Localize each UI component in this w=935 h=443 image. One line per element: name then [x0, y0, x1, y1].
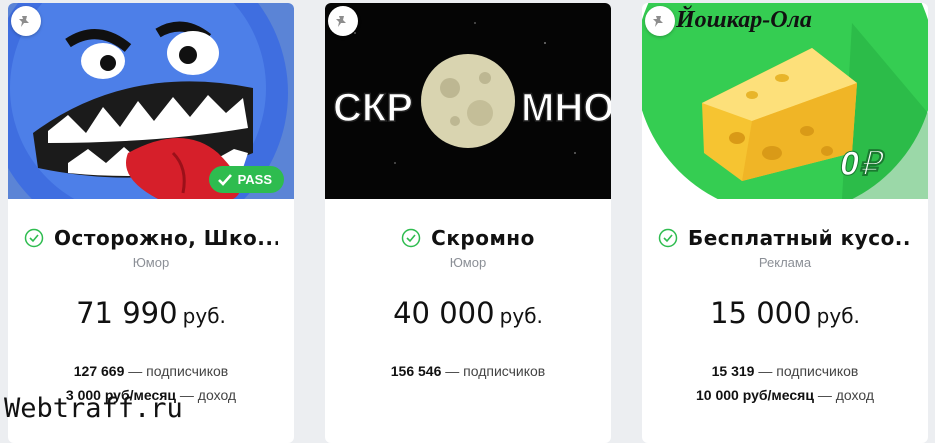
channel-title[interactable]: Осторожно, Шко...: [54, 226, 278, 250]
price-value: 15 000: [710, 296, 812, 330]
price-currency: руб.: [499, 304, 543, 328]
subscribers-label: — подписчиков: [128, 363, 229, 379]
income-value: 10 000 руб/месяц: [696, 387, 814, 403]
channel-title[interactable]: Бесплатный кусо...: [688, 226, 912, 250]
subscribers-value: 127 669: [73, 363, 125, 379]
channel-category: Юмор: [132, 255, 170, 270]
price-currency: руб.: [182, 304, 226, 328]
image-text-right: МНО: [521, 86, 611, 130]
pin-icon[interactable]: [328, 6, 358, 36]
income-label: — доход: [817, 387, 874, 403]
verified-check-icon: [24, 228, 44, 248]
subscribers-value: 15 319: [711, 363, 755, 379]
subscribers-label: — подписчиков: [445, 363, 546, 379]
subscribers-stat: 127 669 — подписчиков: [8, 363, 294, 379]
subscribers-label: — подписчиков: [758, 363, 859, 379]
watermark: Webtraff.ru: [4, 393, 183, 424]
price-value: 40 000: [393, 296, 495, 330]
subscribers-value: 156 546: [390, 363, 442, 379]
channel-price: 40 000 руб.: [325, 296, 611, 330]
channel-image-1[interactable]: PASS: [8, 3, 294, 199]
channel-card-1[interactable]: PASS Осторожно, Шко... Юмор 71 990 руб. …: [8, 3, 294, 443]
pass-badge: PASS: [208, 166, 284, 193]
channel-category: Реклама: [758, 255, 812, 270]
channel-title[interactable]: Скромно: [431, 226, 535, 250]
subscribers-stat: 156 546 — подписчиков: [325, 363, 611, 379]
income-label: — доход: [179, 387, 237, 403]
moon-illustration: СКР МНО: [325, 3, 611, 199]
channel-category: Юмор: [449, 255, 487, 270]
check-icon: [217, 173, 232, 186]
subscribers-stat: 15 319 — подписчиков: [642, 363, 928, 379]
pass-badge-label: PASS: [237, 172, 272, 187]
pin-icon[interactable]: [645, 6, 675, 36]
title-row: Скромно: [325, 226, 611, 250]
title-row: Бесплатный кусо...: [642, 226, 928, 250]
title-row: Осторожно, Шко...: [8, 226, 294, 250]
price-value: 71 990: [76, 296, 178, 330]
verified-check-icon: [401, 228, 421, 248]
image-price: 0₽: [840, 145, 886, 183]
income-stat: 10 000 руб/месяц — доход: [642, 387, 928, 403]
image-text-left: СКР: [333, 86, 413, 130]
price-currency: руб.: [816, 304, 860, 328]
channel-card-2[interactable]: СКР МНО Скромно Юмор 40 000 руб. 156 546…: [325, 3, 611, 443]
channel-image-2[interactable]: СКР МНО: [325, 3, 611, 199]
pin-icon[interactable]: [11, 6, 41, 36]
channel-price: 71 990 руб.: [8, 296, 294, 330]
channel-card-3[interactable]: Йошкар-Ола 0₽ Бесплатный кусо... Реклама…: [642, 3, 928, 443]
image-title: Йошкар-Ола: [675, 6, 812, 33]
cheese-illustration: Йошкар-Ола 0₽: [642, 3, 928, 199]
verified-check-icon: [658, 228, 678, 248]
channel-image-3[interactable]: Йошкар-Ола 0₽: [642, 3, 928, 199]
channel-price: 15 000 руб.: [642, 296, 928, 330]
